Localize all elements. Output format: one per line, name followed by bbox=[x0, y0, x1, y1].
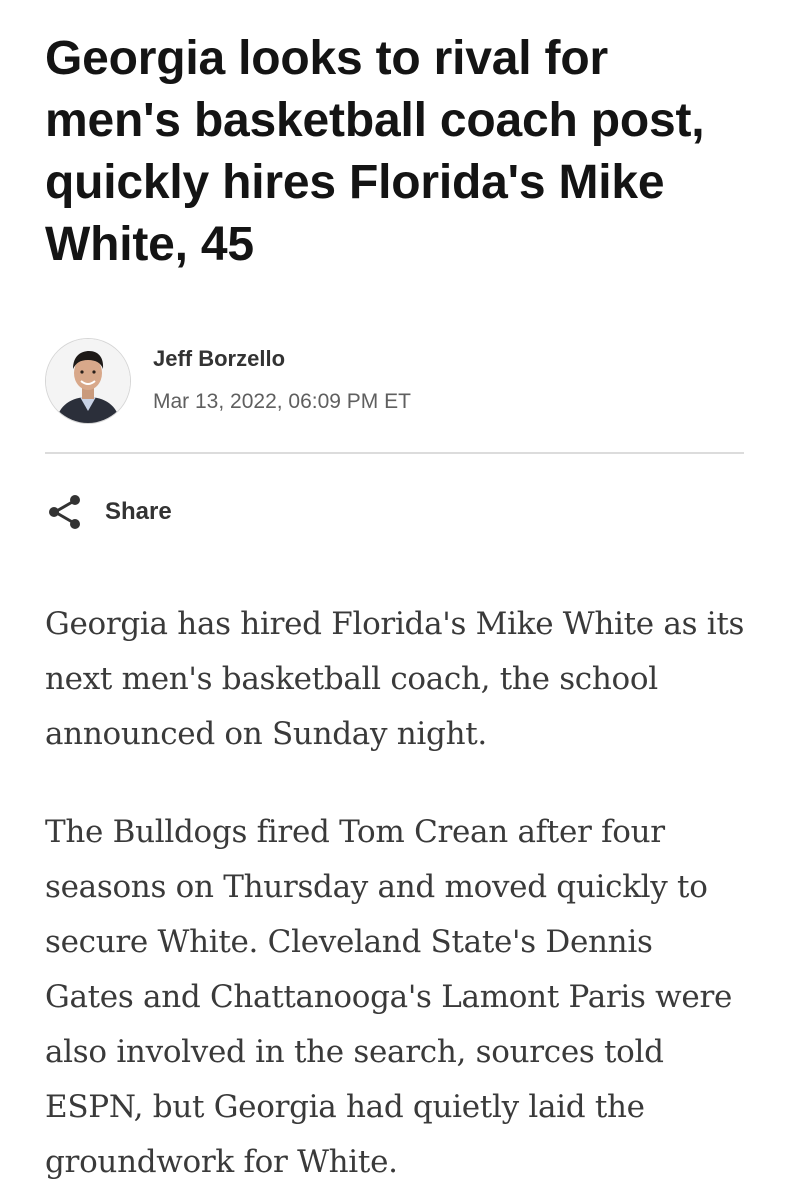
divider bbox=[45, 452, 744, 454]
share-label: Share bbox=[105, 498, 172, 525]
author-photo-icon bbox=[46, 339, 130, 423]
share-icon bbox=[49, 495, 80, 529]
byline: Jeff Borzello Mar 13, 2022, 06:09 PM ET bbox=[45, 338, 745, 426]
article-paragraph: Georgia has hired Florida's Mike White a… bbox=[45, 606, 745, 752]
author-name[interactable]: Jeff Borzello bbox=[153, 346, 285, 372]
share-button[interactable]: Share bbox=[45, 490, 172, 534]
article-headline: Georgia looks to rival for men's basketb… bbox=[45, 32, 705, 271]
author-avatar[interactable] bbox=[45, 338, 131, 424]
article-paragraph: The Bulldogs fired Tom Crean after four … bbox=[45, 814, 733, 1180]
publish-date: Mar 13, 2022, 06:09 PM ET bbox=[153, 390, 411, 413]
